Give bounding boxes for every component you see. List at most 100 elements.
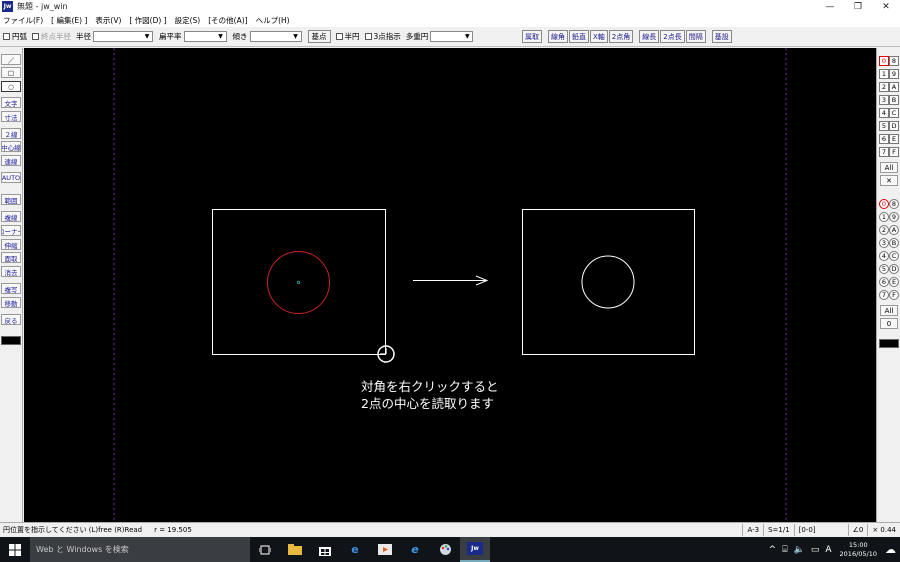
paper-size-cell[interactable]: A-3 bbox=[742, 524, 763, 536]
restore-button[interactable]: ❐ bbox=[844, 0, 872, 13]
zoom-cell[interactable]: × 0.44 bbox=[867, 524, 900, 536]
circle-tool-button[interactable]: ○ bbox=[1, 81, 21, 92]
layer-button[interactable]: C bbox=[889, 108, 899, 118]
store-icon[interactable] bbox=[310, 537, 340, 562]
arc-checkbox[interactable]: 円弧 bbox=[3, 31, 27, 42]
layer-button[interactable]: B bbox=[889, 95, 899, 105]
layer-group-button[interactable]: D bbox=[889, 264, 899, 274]
chamfer-tool-button[interactable]: 面取 bbox=[1, 252, 21, 263]
connect-line-tool-button[interactable]: 連線 bbox=[1, 155, 21, 166]
menu-draw[interactable]: [ 作図(D) ] bbox=[129, 15, 166, 26]
notification-text-icon[interactable]: ▭ bbox=[811, 545, 820, 555]
media-player-icon[interactable] bbox=[370, 537, 400, 562]
ime-language-icon[interactable]: A bbox=[825, 545, 831, 555]
menu-edit[interactable]: [ 編集(E) ] bbox=[51, 15, 87, 26]
layer-group-button[interactable]: 5 bbox=[879, 264, 889, 274]
copy-tool-button[interactable]: 複写 bbox=[1, 283, 21, 294]
close-button[interactable]: ✕ bbox=[872, 0, 900, 13]
line-angle-button[interactable]: 線角 bbox=[548, 30, 568, 43]
layer-button[interactable]: 7 bbox=[879, 147, 889, 157]
layer-button[interactable]: F bbox=[889, 147, 899, 157]
layer-button[interactable]: 0 bbox=[879, 56, 889, 66]
paint-icon[interactable] bbox=[430, 537, 460, 562]
layer-cell[interactable]: [0-0] bbox=[793, 524, 820, 536]
menu-help[interactable]: ヘルプ(H) bbox=[256, 15, 290, 26]
layer-group-button[interactable]: 4 bbox=[879, 251, 889, 261]
center-line-tool-button[interactable]: 中心線 bbox=[1, 141, 21, 152]
layer-group-button[interactable]: 1 bbox=[879, 212, 889, 222]
corner-tool-button[interactable]: コーナー bbox=[1, 225, 21, 236]
layer-button[interactable]: 8 bbox=[889, 56, 899, 66]
edge-icon[interactable]: e bbox=[340, 537, 370, 562]
layer-button[interactable]: 4 bbox=[879, 108, 889, 118]
layer-cancel-button[interactable]: ✕ bbox=[880, 175, 898, 186]
offset-line-tool-button[interactable]: 複線 bbox=[1, 211, 21, 222]
auto-tool-button[interactable]: AUTO bbox=[1, 172, 21, 183]
layer-group-button[interactable]: 7 bbox=[879, 290, 889, 300]
line-type-indicator[interactable] bbox=[1, 336, 21, 345]
layer-button[interactable]: E bbox=[889, 134, 899, 144]
multi-circle-select[interactable]: ▼ bbox=[430, 31, 474, 42]
layer-all-button[interactable]: All bbox=[880, 162, 898, 173]
x-axis-button[interactable]: X軸 bbox=[590, 30, 608, 43]
flatness-select[interactable]: ▼ bbox=[183, 31, 227, 42]
rectangle-tool-button[interactable]: □ bbox=[1, 67, 21, 78]
network-icon[interactable]: ⌸ bbox=[782, 545, 787, 555]
minimize-button[interactable]: — bbox=[816, 0, 844, 13]
menu-other[interactable]: [その他(A)] bbox=[208, 15, 247, 26]
scale-cell[interactable]: S=1/1 bbox=[763, 524, 794, 536]
three-point-checkbox[interactable]: 3点指示 bbox=[364, 31, 401, 42]
taskbar-clock[interactable]: 15:00 2016/05/10 bbox=[840, 541, 877, 559]
layer-group-all-button[interactable]: All bbox=[880, 305, 898, 316]
action-center-icon[interactable]: ☁ bbox=[885, 543, 896, 556]
layer-button[interactable]: D bbox=[889, 121, 899, 131]
layer-button[interactable]: 2 bbox=[879, 82, 889, 92]
layer-group-button[interactable]: C bbox=[889, 251, 899, 261]
layer-group-button[interactable]: 9 bbox=[889, 212, 899, 222]
volume-icon[interactable]: 🔈 bbox=[794, 545, 805, 555]
spacing-button[interactable]: 間隔 bbox=[685, 30, 706, 43]
layer-button[interactable]: 6 bbox=[879, 134, 889, 144]
move-tool-button[interactable]: 移動 bbox=[1, 297, 21, 308]
layer-group-button[interactable]: F bbox=[889, 290, 899, 300]
layer-group-button[interactable]: 8 bbox=[889, 199, 899, 209]
layer-group-button[interactable]: B bbox=[889, 238, 899, 248]
base-point-button[interactable]: 基点 bbox=[307, 30, 331, 43]
layer-group-button[interactable]: 0 bbox=[879, 199, 889, 209]
angle-cell[interactable]: ∠0 bbox=[847, 524, 868, 536]
line-length-button[interactable]: 線長 bbox=[639, 30, 660, 43]
double-line-tool-button[interactable]: ２線 bbox=[1, 128, 21, 139]
layer-button[interactable]: 5 bbox=[879, 121, 889, 131]
attribute-pick-button[interactable]: 属取 bbox=[522, 30, 542, 43]
layer-button[interactable]: A bbox=[889, 82, 899, 92]
task-view-icon[interactable] bbox=[250, 537, 280, 562]
layer-group-zero-button[interactable]: 0 bbox=[880, 318, 898, 329]
layer-button[interactable]: 3 bbox=[879, 95, 889, 105]
ie-icon[interactable]: e bbox=[400, 537, 430, 562]
menu-view[interactable]: 表示(V) bbox=[95, 15, 121, 26]
menu-file[interactable]: ファイル(F) bbox=[3, 15, 43, 26]
layer-group-button[interactable]: E bbox=[889, 277, 899, 287]
undo-tool-button[interactable]: 戻る bbox=[1, 314, 21, 325]
stretch-tool-button[interactable]: 伸縮 bbox=[1, 239, 21, 250]
layer-group-button[interactable]: 2 bbox=[879, 225, 889, 235]
text-tool-button[interactable]: 文字 bbox=[1, 97, 21, 108]
radius-select[interactable]: ▼ bbox=[93, 31, 153, 42]
layer-button[interactable]: 9 bbox=[889, 69, 899, 79]
two-point-length-button[interactable]: 2点長 bbox=[660, 30, 685, 43]
layer-button[interactable]: 1 bbox=[879, 69, 889, 79]
erase-tool-button[interactable]: 消去 bbox=[1, 266, 21, 277]
base-setting-button[interactable]: 基設 bbox=[711, 30, 732, 43]
dimension-tool-button[interactable]: 寸法 bbox=[1, 111, 21, 122]
drawing-canvas[interactable]: 対角を右クリックすると 2点の中心を読取ります bbox=[24, 48, 876, 522]
vertical-button[interactable]: 鉛直 bbox=[569, 30, 589, 43]
jw-cad-taskbar-icon[interactable]: Jw bbox=[460, 537, 490, 562]
layer-group-button[interactable]: A bbox=[889, 225, 899, 235]
tilt-select[interactable]: ▼ bbox=[249, 31, 302, 42]
taskbar-search-input[interactable]: Web と Windows を検索 bbox=[30, 537, 250, 562]
two-point-angle-button[interactable]: 2点角 bbox=[608, 30, 634, 43]
range-tool-button[interactable]: 範囲 bbox=[1, 194, 21, 205]
file-explorer-icon[interactable] bbox=[280, 537, 310, 562]
layer-group-button[interactable]: 6 bbox=[879, 277, 889, 287]
menu-settings[interactable]: 設定(S) bbox=[175, 15, 201, 26]
